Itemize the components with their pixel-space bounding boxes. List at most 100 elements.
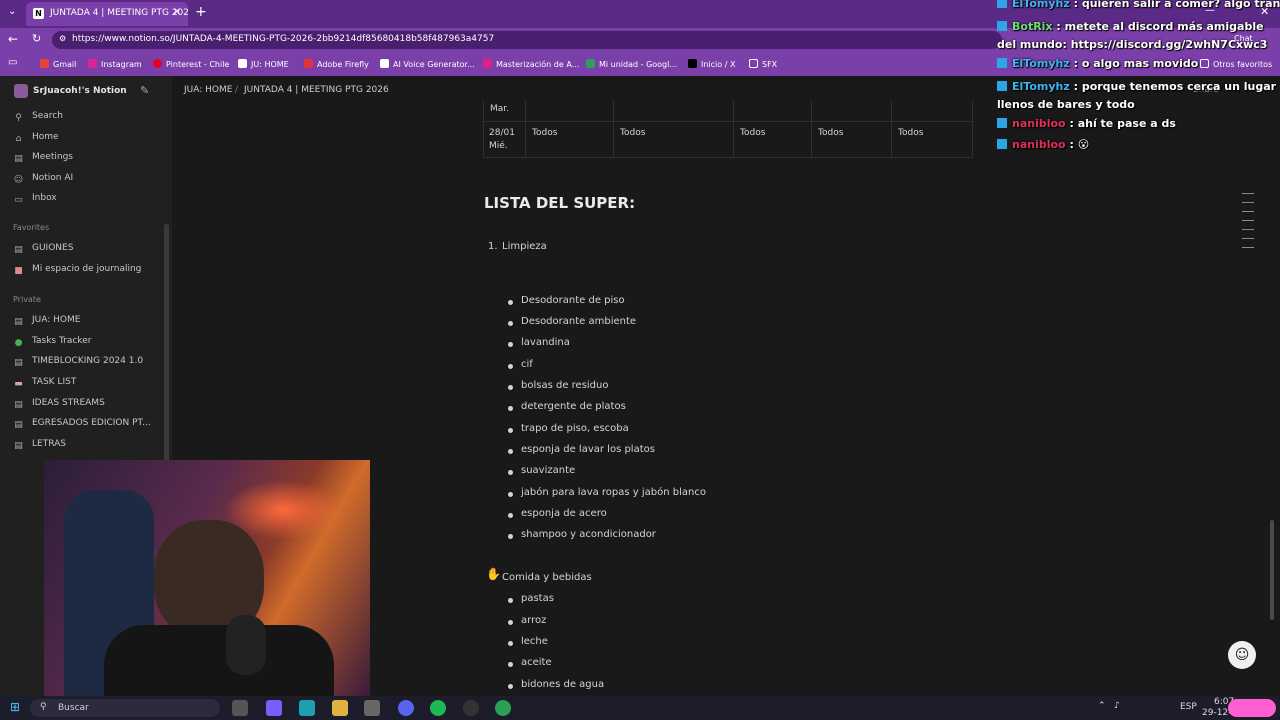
sidebar-item-tasks-tracker[interactable]: ● Tasks Tracker: [13, 336, 92, 349]
discord-icon[interactable]: [398, 700, 414, 716]
language-indicator[interactable]: ESP: [1180, 702, 1197, 712]
copilot-icon[interactable]: [266, 700, 282, 716]
list-item[interactable]: pastas: [508, 593, 554, 604]
page-outline-markers[interactable]: [1242, 193, 1254, 251]
notification-bubble[interactable]: [1228, 699, 1276, 717]
bookmark-masterizacion[interactable]: Masterización de A...: [483, 59, 579, 69]
breadcrumb-current[interactable]: JUNTADA 4 | MEETING PTG 2026: [244, 85, 389, 95]
bookmark-gmail[interactable]: Gmail: [40, 59, 76, 69]
list-item[interactable]: Desodorante de piso: [508, 295, 625, 306]
table-border: [483, 157, 973, 158]
streamer-body: [104, 625, 334, 696]
store-icon[interactable]: [364, 700, 380, 716]
page-icon: ▤: [14, 420, 23, 430]
edge-icon[interactable]: [299, 700, 315, 716]
windows-taskbar: ⊞ ⚲ Buscar ⌃ ♪ ESP 6:07 29-12-2: [0, 696, 1280, 720]
sidebar-scrollbar[interactable]: [164, 224, 169, 464]
list-item[interactable]: bidones de agua: [507, 679, 604, 690]
sidebar-item-search[interactable]: ⚲ Search: [13, 111, 63, 124]
table-cell-day[interactable]: Mar.: [490, 104, 509, 114]
bookmark-google-drive[interactable]: Mi unidad - Googl...: [586, 59, 677, 69]
apps-icon[interactable]: ▭: [8, 57, 17, 68]
chat-badge-icon: [997, 21, 1007, 31]
other-bookmarks[interactable]: Otros favoritos: [1200, 59, 1272, 69]
inbox-icon: ▭: [14, 195, 23, 205]
table-cell[interactable]: Todos: [532, 128, 557, 138]
windows-start-icon[interactable]: ⊞: [10, 700, 20, 714]
numbered-item-limpieza[interactable]: Limpieza: [502, 241, 547, 252]
list-item[interactable]: Desodorante ambiente: [507, 316, 636, 327]
sidebar-item-journaling[interactable]: ■ Mi espacio de journaling: [13, 264, 141, 277]
sidebar-item-egresados[interactable]: ▤ EGRESADOS EDICION PT...: [13, 418, 150, 431]
table-border: [891, 100, 892, 158]
sidebar-item-meetings[interactable]: ▤ Meetings: [13, 152, 73, 165]
sidebar-item-ideas-streams[interactable]: ▤ IDEAS STREAMS: [13, 398, 105, 411]
bookmark-sfx[interactable]: SFX: [749, 59, 777, 69]
list-item[interactable]: bolsas de residuo: [508, 380, 609, 391]
table-cell[interactable]: Todos: [818, 128, 843, 138]
sidebar-item-guiones[interactable]: ▤ GUIONES: [13, 243, 73, 256]
list-item[interactable]: suavizante: [507, 465, 575, 476]
breadcrumb-parent[interactable]: JUA: HOME: [184, 85, 232, 95]
obs-icon[interactable]: [463, 700, 479, 716]
list-item[interactable]: esponja de acero: [508, 508, 607, 519]
bookmark-ju-home[interactable]: JU: HOME: [238, 59, 289, 69]
bookmark-instagram[interactable]: Instagram: [88, 59, 142, 69]
table-cell[interactable]: Todos: [740, 128, 765, 138]
spotify-icon[interactable]: [430, 700, 446, 716]
sidebar-item-timeblocking[interactable]: ▤ TIMEBLOCKING 2024 1.0: [13, 356, 143, 369]
bookmark-pinterest[interactable]: Pinterest - Chile: [153, 59, 229, 69]
sidebar-item-home[interactable]: ⌂ Home: [13, 132, 59, 145]
sidebar-item-inbox[interactable]: ▭ Inbox: [13, 193, 56, 206]
site-info-icon[interactable]: ⚙: [59, 34, 66, 43]
notion-favicon-icon: N: [33, 8, 44, 19]
list-item[interactable]: aceite: [508, 657, 552, 668]
taskbar-search[interactable]: ⚲ Buscar: [30, 699, 220, 717]
file-explorer-icon[interactable]: [332, 700, 348, 716]
chrome-icon[interactable]: [495, 700, 511, 716]
page-icon: ▤: [14, 358, 23, 368]
list-item[interactable]: cif: [508, 359, 533, 370]
list-item[interactable]: esponja de lavar los platos: [508, 444, 655, 455]
new-tab-icon[interactable]: +: [195, 4, 207, 20]
chat-message: nanibloo : ahí te pase a ds: [997, 117, 1176, 130]
page-scrollbar[interactable]: [1270, 520, 1274, 620]
meetings-icon: ▤: [14, 154, 23, 164]
list-item[interactable]: lavandina: [508, 337, 570, 348]
close-tab-icon[interactable]: ✕: [173, 7, 181, 18]
bookmark-adobe-firefly[interactable]: Adobe Firefly: [304, 59, 369, 69]
tab-list-icon[interactable]: ⌄: [8, 6, 16, 17]
microphone-icon[interactable]: ♪: [1114, 701, 1120, 711]
sidebar-item-task-list[interactable]: ▬ TASK LIST: [13, 377, 76, 390]
chat-message: BotRix : metete al discord más amigable …: [997, 20, 1268, 51]
list-item[interactable]: shampoo y acondicionador: [508, 529, 656, 540]
notion-ai-icon: ☺: [13, 175, 24, 185]
sidebar-item-jua-home[interactable]: ▤ JUA: HOME: [13, 315, 80, 328]
chat-badge-icon: [997, 139, 1007, 149]
new-page-icon[interactable]: ✎: [140, 84, 149, 97]
notion-ai-button[interactable]: ☺: [1228, 641, 1256, 669]
sidebar-item-letras[interactable]: ▤ LETRAS: [13, 439, 66, 452]
page-heading[interactable]: LISTA DEL SUPER:: [484, 194, 635, 212]
table-cell[interactable]: Todos: [620, 128, 645, 138]
table-cell-weekday[interactable]: Mié.: [489, 141, 508, 151]
reload-icon[interactable]: ↻: [32, 32, 41, 45]
list-item[interactable]: leche: [508, 636, 548, 647]
table-cell[interactable]: Todos: [898, 128, 923, 138]
list-item[interactable]: arroz: [507, 615, 546, 626]
bookmark-ai-voice[interactable]: AI Voice Generator...: [380, 59, 475, 69]
browser-tab[interactable]: N JUNTADA 4 | MEETING PTG 2026 ✕: [26, 2, 188, 26]
back-icon[interactable]: ←: [8, 32, 18, 46]
list-item[interactable]: jabón para lava ropas y jabón blanco: [508, 487, 706, 498]
url-input[interactable]: ⚙ https://www.notion.so/JUNTADA-4-MEETIN…: [52, 31, 1002, 49]
list-item[interactable]: detergente de platos: [508, 401, 626, 412]
workspace-avatar: [14, 84, 28, 98]
list-item[interactable]: trapo de piso, escoba: [508, 423, 629, 434]
numbered-item-comida[interactable]: Comida y bebidas: [502, 572, 592, 583]
bookmark-x[interactable]: Inicio / X: [688, 59, 735, 69]
system-tray-chevron-icon[interactable]: ⌃: [1098, 701, 1106, 711]
workspace-name[interactable]: SrJuacoh!'s Notion: [33, 86, 127, 96]
sidebar-item-notion-ai[interactable]: ☺ Notion AI: [13, 173, 73, 186]
table-cell-day[interactable]: 28/01: [489, 128, 515, 138]
task-view-icon[interactable]: [232, 700, 248, 716]
